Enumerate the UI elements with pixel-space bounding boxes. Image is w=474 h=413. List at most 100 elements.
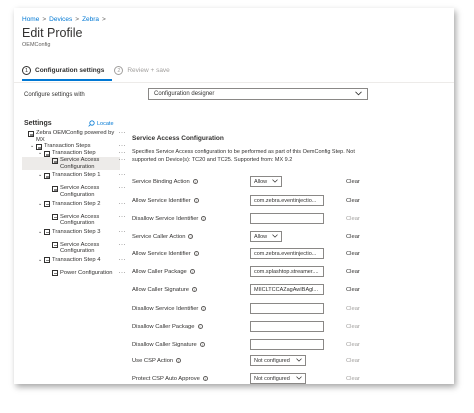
info-icon[interactable]: i: [192, 287, 198, 292]
tree-item[interactable]: ⌄ Transaction Step ···: [22, 150, 126, 157]
setting-label: Disallow Service Identifier i: [132, 306, 207, 312]
setting-label-text: Service Caller Action: [132, 234, 186, 241]
tree-item[interactable]: ⌄ Transaction Steps ···: [22, 143, 126, 150]
more-options-icon[interactable]: ···: [119, 270, 127, 277]
tree-item-label: Transaction Step 2: [52, 200, 101, 207]
setting-dropdown[interactable]: Allow: [250, 176, 282, 187]
step-review-save[interactable]: 2 Review + save: [114, 66, 170, 75]
step-label: Configuration settings: [35, 67, 105, 74]
setting-label-text: Disallow Service Identifier: [132, 216, 199, 223]
info-icon[interactable]: i: [193, 251, 199, 256]
info-icon[interactable]: i: [193, 198, 199, 203]
setting-textbox[interactable]: [250, 303, 324, 314]
more-options-icon[interactable]: ···: [119, 150, 127, 157]
tree-item-label: Service Access Configuration: [60, 157, 100, 170]
setting-control: com.splashtop.streamer....: [250, 266, 324, 277]
list-icon: [52, 242, 58, 249]
more-options-icon[interactable]: ···: [119, 229, 127, 236]
tree-item[interactable]: ⌄ Transaction Step 1 ···: [22, 172, 126, 185]
more-options-icon[interactable]: ···: [119, 185, 127, 192]
info-icon[interactable]: i: [202, 376, 208, 381]
more-options-icon[interactable]: ···: [119, 201, 127, 208]
tree-item[interactable]: Power Configuration ···: [22, 270, 126, 283]
setting-textbox[interactable]: [250, 339, 324, 350]
info-icon[interactable]: i: [197, 324, 203, 329]
setting-control: com.zebra.eventinjectio...: [250, 248, 324, 259]
breadcrumb-home[interactable]: Home: [22, 16, 39, 23]
breadcrumb-zebra[interactable]: Zebra: [82, 16, 99, 23]
setting-dropdown[interactable]: Not configured: [250, 373, 306, 384]
setting-label: Allow Caller Signature i: [132, 287, 198, 293]
step-configuration-settings[interactable]: 1 Configuration settings: [22, 66, 104, 75]
clear-button[interactable]: Clear: [346, 358, 360, 364]
setting-row: Disallow Service Identifier i Clear: [132, 213, 366, 225]
clear-button[interactable]: Clear: [346, 287, 360, 293]
clear-button[interactable]: Clear: [346, 342, 360, 348]
clear-button[interactable]: Clear: [346, 198, 360, 204]
breadcrumb-devices[interactable]: Devices: [49, 16, 72, 23]
setting-dropdown[interactable]: Allow: [250, 231, 282, 242]
info-icon[interactable]: i: [188, 234, 194, 239]
tree-item-label: Transaction Steps: [44, 143, 91, 150]
clear-button[interactable]: Clear: [346, 216, 360, 222]
locate-link[interactable]: Locate: [88, 120, 114, 127]
more-options-icon[interactable]: ···: [119, 214, 127, 221]
tree-item-label: Transaction Step 4: [52, 256, 101, 263]
info-icon[interactable]: i: [176, 358, 182, 363]
tree-item-label: Service Access Configuration: [60, 213, 100, 227]
setting-row: Disallow Caller Signature i Clear: [132, 339, 366, 351]
tree-item[interactable]: Service Access Configuration ···: [22, 157, 126, 171]
setting-dropdown[interactable]: Not configured: [250, 355, 306, 366]
tree-item[interactable]: Service Access Configuration ···: [22, 213, 126, 227]
more-options-icon[interactable]: ···: [119, 130, 127, 137]
setting-textbox[interactable]: [250, 213, 324, 224]
clear-button[interactable]: Clear: [346, 324, 360, 330]
tree-item[interactable]: Service Access Configuration ···: [22, 185, 126, 198]
clear-button[interactable]: Clear: [346, 234, 360, 240]
setting-textbox[interactable]: MIICLTCCAZagAwIBAgl...: [250, 284, 324, 295]
more-options-icon[interactable]: ···: [119, 257, 127, 264]
tree-item[interactable]: ⌄ Transaction Step 4 ···: [22, 256, 126, 270]
list-icon: [52, 157, 58, 164]
edit-profile-window: Home > Devices > Zebra > Edit Profile OEMConf…: [14, 8, 454, 384]
list-icon: [44, 229, 50, 236]
chevron-down-icon: [296, 357, 302, 364]
tree-item[interactable]: Service Access Configuration ···: [22, 242, 126, 255]
clear-button[interactable]: Clear: [346, 269, 360, 275]
more-options-icon[interactable]: ···: [119, 242, 127, 249]
list-icon: [44, 257, 50, 264]
clear-button[interactable]: Clear: [346, 251, 360, 257]
setting-textbox[interactable]: com.zebra.eventinjectio...: [250, 248, 324, 259]
info-icon[interactable]: i: [199, 342, 205, 347]
setting-textbox[interactable]: com.zebra.eventinjectio...: [250, 195, 324, 206]
tree-item[interactable]: Zebra OEMConfig powered by MX ···: [22, 130, 126, 143]
setting-label: Disallow Caller Package i: [132, 324, 203, 330]
more-options-icon[interactable]: ···: [119, 143, 127, 150]
info-icon[interactable]: i: [201, 216, 207, 221]
clear-button[interactable]: Clear: [346, 179, 360, 185]
clear-button[interactable]: Clear: [346, 376, 360, 382]
setting-textbox[interactable]: [250, 321, 324, 332]
setting-control: Not configured: [250, 373, 306, 384]
setting-label: Service Caller Action i: [132, 234, 194, 241]
setting-row: Use CSP Action i Not configured Clear: [132, 355, 366, 367]
setting-textbox[interactable]: com.splashtop.streamer....: [250, 266, 324, 277]
tree-item[interactable]: ⌄ Transaction Step 2 ···: [22, 200, 126, 214]
tree-item-label: Transaction Step 3: [52, 228, 101, 235]
tree-item[interactable]: ⌄ Transaction Step 3 ···: [22, 228, 126, 242]
setting-row: Service Binding Action i Allow Clear: [132, 176, 366, 188]
configure-settings-select[interactable]: Configuration designer: [148, 88, 368, 100]
more-options-icon[interactable]: ···: [119, 157, 127, 164]
setting-row: Disallow Service Identifier i Clear: [132, 303, 366, 315]
info-icon[interactable]: i: [189, 269, 195, 274]
setting-label: Allow Service Identifier i: [132, 198, 199, 204]
chevron-down-icon: [296, 375, 302, 382]
info-icon[interactable]: i: [192, 179, 198, 184]
setting-control: [250, 339, 324, 350]
setting-control: [250, 303, 324, 314]
setting-control: com.zebra.eventinjectio...: [250, 195, 324, 206]
more-options-icon[interactable]: ···: [119, 172, 127, 179]
clear-button[interactable]: Clear: [346, 306, 360, 312]
active-step-indicator: [22, 79, 112, 81]
info-icon[interactable]: i: [201, 306, 207, 311]
